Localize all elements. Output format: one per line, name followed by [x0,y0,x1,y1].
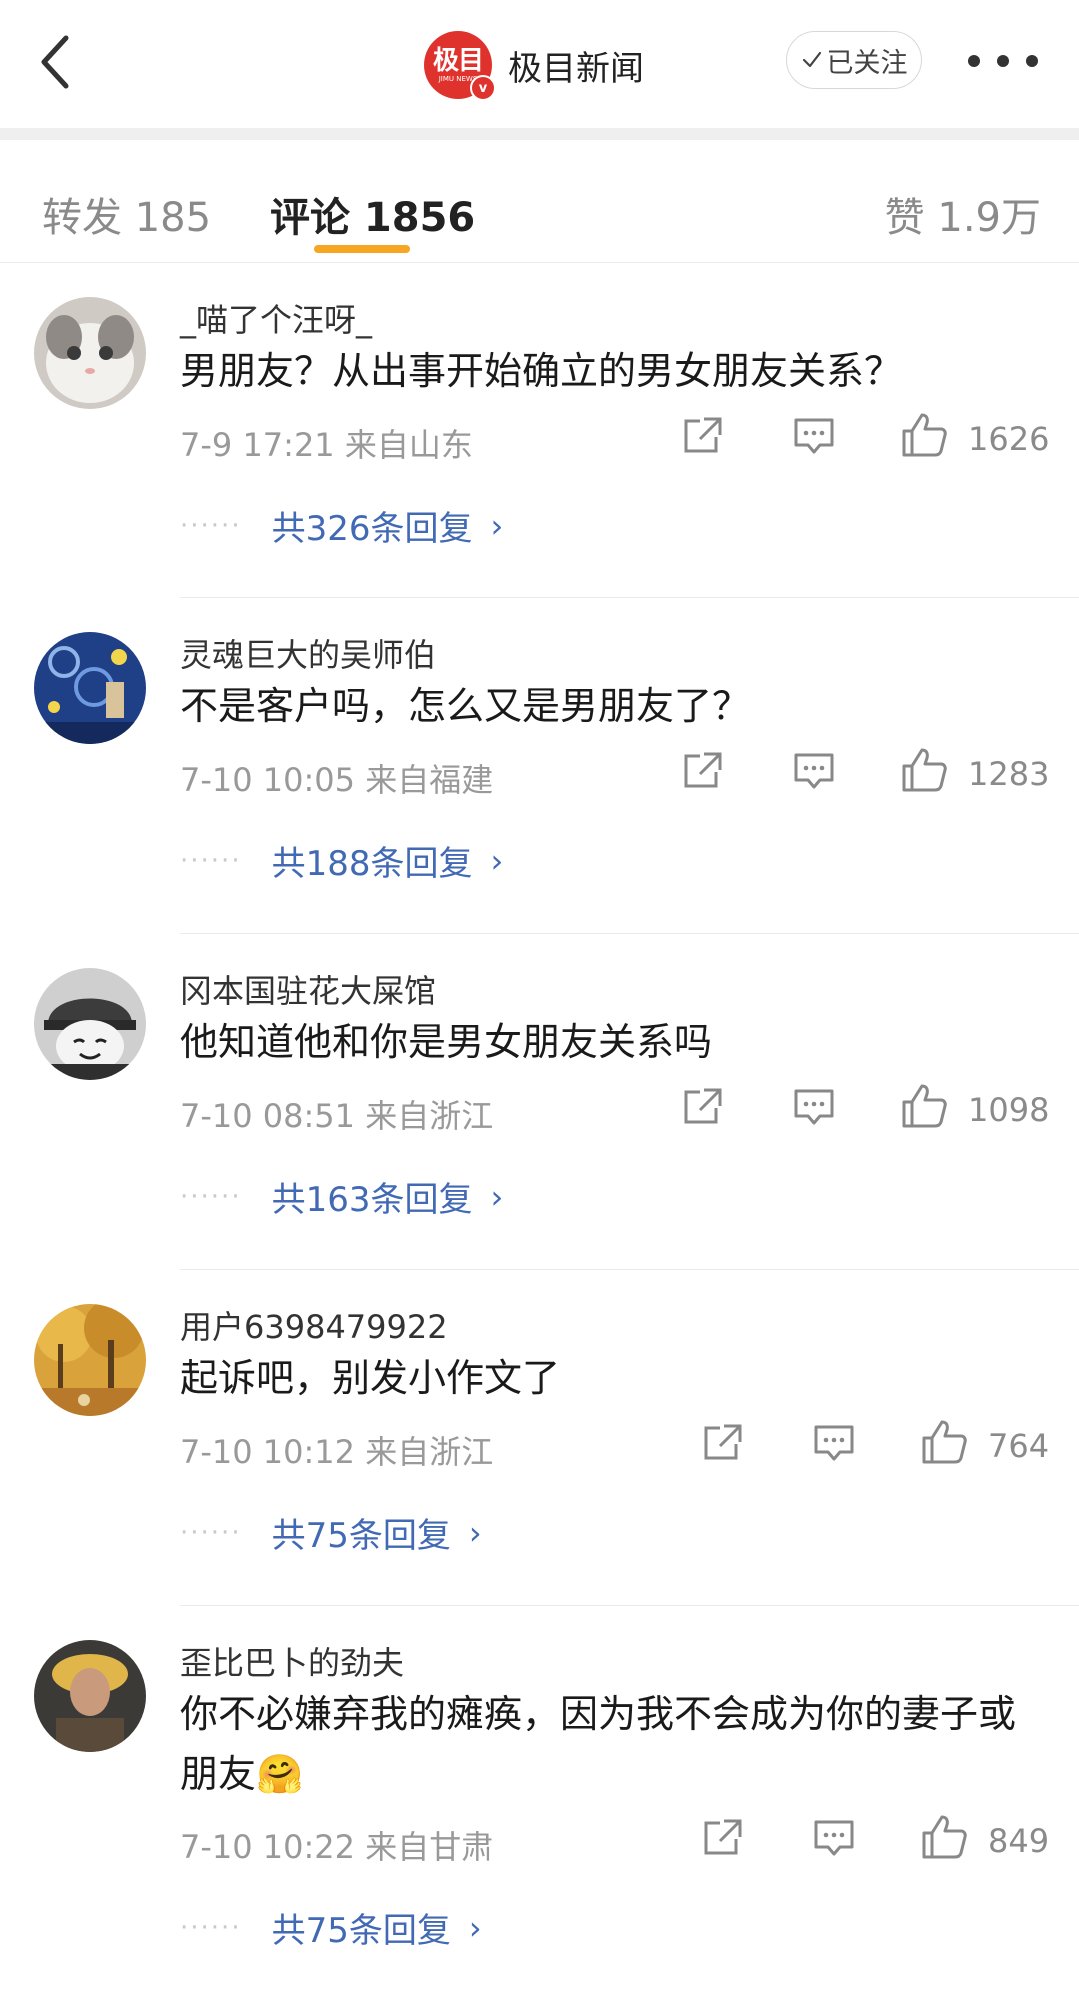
comment-meta: 7-10 10:05 来自福建 [180,761,494,799]
like-count: 1626 [968,420,1050,458]
comment-text: 起诉吧，别发小作文了 [180,1356,561,1400]
tab-indicator [314,245,410,253]
comment-item: _喵了个汪呀_ 男朋友？从出事开始确立的男女朋友关系？ 7-9 17:21 来自… [0,263,1079,598]
like-icon[interactable] [900,411,948,459]
dots-decoration: ······ [180,510,242,541]
back-arrow-icon [41,35,69,89]
comment-item: 灵魂巨大的吴师伯 不是客户吗，怎么又是男朋友了？ 7-10 10:05 来自福建… [0,598,1079,934]
chevron-right-icon: › [490,506,504,545]
chevron-right-icon: › [490,841,504,880]
top-bar: 极目 JIMU NEWS v 极目新闻 已关注 [0,0,1079,128]
tab-comment[interactable]: 评论 1856 [270,195,475,241]
comment-username[interactable]: 灵魂巨大的吴师伯 [180,630,436,676]
more-icon-dot [997,55,1009,67]
verified-icon: v [470,75,496,101]
like-icon[interactable] [920,1418,968,1466]
tab-repost[interactable]: 转发 185 [42,185,211,243]
avatar[interactable] [34,968,146,1080]
avatar[interactable] [34,1640,146,1752]
logo-text: 极目 [432,46,484,76]
back-button[interactable] [36,30,76,94]
comment-list: _喵了个汪呀_ 男朋友？从出事开始确立的男女朋友关系？ 7-9 17:21 来自… [0,263,1079,1951]
like-icon[interactable] [900,1082,948,1130]
comment-username[interactable]: _喵了个汪呀_ [180,295,372,341]
more-icon-dot [1026,55,1038,67]
account-logo: 极目 JIMU NEWS v [424,31,496,101]
dots-decoration: ······ [180,1181,242,1212]
follow-button[interactable]: 已关注 [786,31,922,89]
chevron-right-icon: › [490,1177,504,1216]
comment-item: 冈本国驻花大屎馆 他知道他和你是男女朋友关系吗 7-10 08:51 来自浙江 … [0,934,1079,1270]
follow-label: 已关注 [826,47,908,79]
share-icon[interactable] [680,1086,724,1128]
account-name: 极目新闻 [508,48,644,89]
starry-night-avatar-image [34,632,146,744]
replies-count: 共75条回复 [271,1911,451,1951]
cat-avatar-image [34,297,146,409]
replies-count: 共188条回复 [271,844,473,884]
like-count: 1098 [968,1091,1050,1129]
replies-count: 共326条回复 [271,509,473,549]
header-divider [0,128,1079,140]
comment-text: 他知道他和你是男女朋友关系吗 [180,1020,713,1064]
comment-username[interactable]: 歪比巴卜的劲夫 [180,1638,404,1684]
comment-text: 男朋友？从出事开始确立的男女朋友关系？ [180,349,903,393]
comment-item: 歪比巴卜的劲夫 你不必嫌弃我的瘫痪，因为我不会成为你的妻子或朋友🤗 7-10 1… [0,1606,1079,1951]
like-count: 1283 [968,755,1050,793]
view-replies-link[interactable]: ······ 共163条回复 › [180,1172,503,1221]
chevron-right-icon: › [468,1908,482,1947]
replies-count: 共75条回复 [271,1516,451,1556]
chevron-right-icon: › [468,1513,482,1552]
autumn-park-avatar-image [34,1304,146,1416]
avatar[interactable] [34,297,146,409]
share-icon[interactable] [700,1817,744,1859]
comment-icon[interactable] [792,1086,836,1128]
comment-username[interactable]: 冈本国驻花大屎馆 [180,966,436,1012]
comment-text: 不是客户吗，怎么又是男朋友了？ [180,684,751,728]
dots-decoration: ······ [180,845,242,876]
view-replies-link[interactable]: ······ 共326条回复 › [180,501,503,550]
tab-bar: 转发 185 评论 1856 赞 1.9万 [0,140,1079,263]
dots-decoration: ······ [180,1912,242,1943]
like-count: 849 [988,1822,1050,1860]
check-icon [802,51,821,68]
dots-decoration: ······ [180,1517,242,1548]
comment-meta: 7-9 17:21 来自山东 [180,426,473,464]
avatar[interactable] [34,1304,146,1416]
comment-meta: 7-10 08:51 来自浙江 [180,1097,494,1135]
comment-icon[interactable] [792,415,836,457]
view-replies-link[interactable]: ······ 共188条回复 › [180,836,503,885]
account-header[interactable]: 极目 JIMU NEWS v 极目新闻 [424,30,644,101]
replies-count: 共163条回复 [271,1180,473,1220]
portrait-avatar-image [34,1640,146,1752]
view-replies-link[interactable]: ······ 共75条回复 › [180,1903,482,1952]
tab-like[interactable]: 赞 1.9万 [885,185,1041,243]
share-icon[interactable] [680,750,724,792]
comment-icon[interactable] [812,1817,856,1859]
comment-icon[interactable] [792,750,836,792]
view-replies-link[interactable]: ······ 共75条回复 › [180,1508,482,1557]
share-icon[interactable] [700,1422,744,1464]
comment-text: 你不必嫌弃我的瘫痪，因为我不会成为你的妻子或朋友🤗 [180,1692,1017,1796]
comment-item: 用户6398479922 起诉吧，别发小作文了 7-10 10:12 来自浙江 … [0,1270,1079,1606]
like-icon[interactable] [920,1813,968,1861]
more-icon [968,55,980,67]
comment-username[interactable]: 用户6398479922 [180,1302,448,1348]
comment-meta: 7-10 10:12 来自浙江 [180,1433,494,1471]
more-button[interactable] [968,46,1038,76]
comment-icon[interactable] [812,1422,856,1464]
like-count: 764 [988,1427,1050,1465]
comment-meta: 7-10 10:22 来自甘肃 [180,1828,494,1866]
share-icon[interactable] [680,415,724,457]
helmet-cartoon-avatar-image [34,968,146,1080]
avatar[interactable] [34,632,146,744]
like-icon[interactable] [900,746,948,794]
